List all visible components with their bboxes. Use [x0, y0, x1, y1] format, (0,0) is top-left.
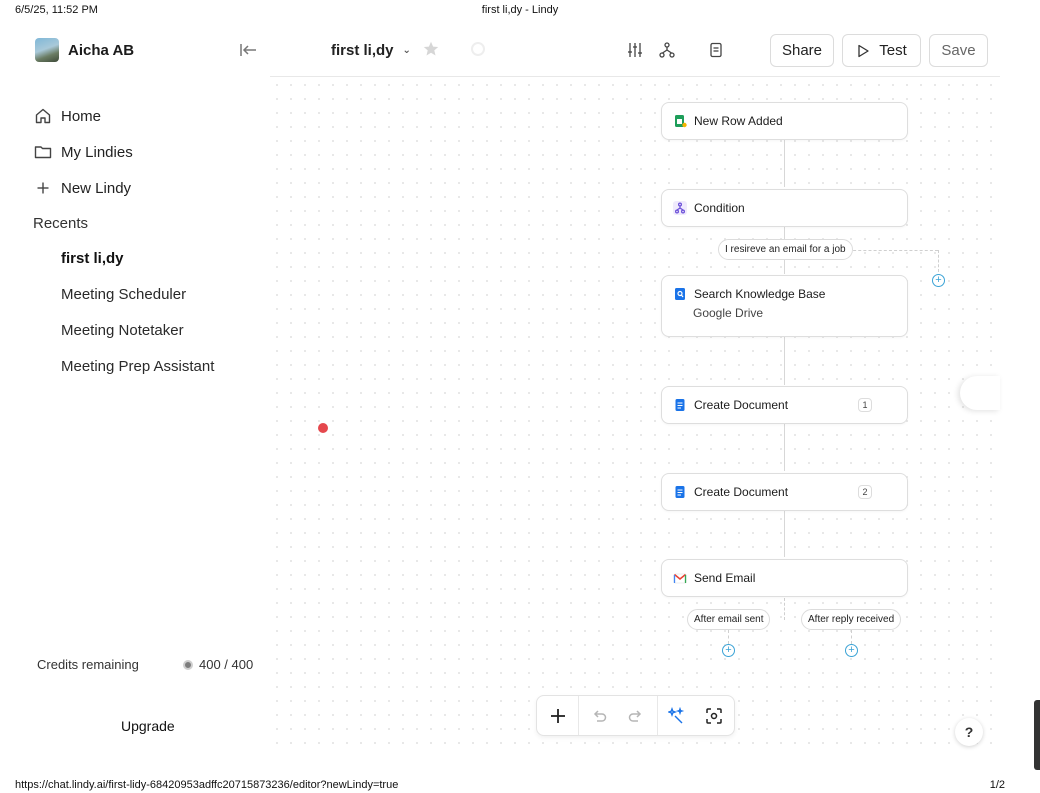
credits-label: Credits remaining [37, 657, 139, 672]
play-icon [856, 44, 870, 58]
node-badge: 2 [858, 485, 872, 499]
sidebar-item-home[interactable]: Home [33, 98, 263, 134]
settings-sliders-icon[interactable] [626, 41, 644, 59]
sidebar-item-label: Home [61, 107, 102, 125]
node-label: Create Document [694, 485, 789, 499]
avatar [35, 38, 59, 62]
else-branch-line [848, 250, 938, 251]
email-branch-line [728, 630, 729, 644]
recents-list: first li,dy Meeting Scheduler Meeting No… [61, 241, 214, 385]
flow-node-create-document-1[interactable]: Create Document 1 [661, 386, 908, 424]
connector-line [784, 139, 785, 187]
sidebar-item-label: New Lindy [61, 179, 132, 197]
home-icon [33, 106, 53, 126]
google-sheets-icon [673, 114, 687, 128]
document-icon[interactable] [707, 41, 725, 59]
flow-structure-icon[interactable] [658, 41, 676, 59]
print-page-number: 1/2 [989, 779, 1005, 791]
editor-topbar: first li,dy ⌄ Share Test Save [270, 28, 1000, 77]
chevron-down-icon: ⌄ [402, 45, 411, 56]
fit-view-icon[interactable] [695, 696, 733, 735]
flow-title: first li,dy [331, 42, 394, 59]
google-docs-icon [673, 398, 687, 412]
print-header: 6/5/25, 11:52 PM first li,dy - Lindy [15, 4, 1025, 18]
scrollbar[interactable] [1034, 700, 1040, 770]
upgrade-button[interactable]: Upgrade [121, 718, 175, 734]
side-panel-handle[interactable] [960, 376, 1000, 410]
else-branch-line [938, 250, 939, 272]
recent-item-meeting-prep-assistant[interactable]: Meeting Prep Assistant [61, 349, 214, 385]
print-url: https://chat.lindy.ai/first-lidy-6842095… [15, 779, 399, 791]
google-docs-icon [673, 485, 687, 499]
sidebar-item-my-lindies[interactable]: My Lindies [33, 134, 263, 170]
canvas-toolbar [536, 695, 735, 736]
print-title: first li,dy - Lindy [481, 4, 559, 16]
sidebar-item-label: My Lindies [61, 143, 133, 161]
flow-title-dropdown[interactable]: first li,dy ⌄ [331, 42, 411, 59]
gmail-icon [673, 571, 687, 585]
email-branch-line [784, 598, 785, 620]
collapse-sidebar-icon[interactable] [238, 40, 258, 60]
toolbar-divider [578, 696, 579, 735]
recents-heading: Recents [33, 215, 89, 232]
add-step-plus-icon[interactable]: + [722, 644, 735, 657]
user-menu[interactable]: Aicha AB [35, 38, 134, 62]
node-label: Create Document [694, 398, 789, 412]
flow-node-search-knowledge-base[interactable]: Search Knowledge Base Google Drive [661, 275, 908, 337]
node-label: New Row Added [694, 114, 783, 128]
flow-node-condition[interactable]: Condition [661, 189, 908, 227]
share-button[interactable]: Share [770, 34, 834, 67]
condition-branch-pill[interactable]: I resireve an email for a job [718, 239, 853, 260]
credits-value-wrap: 400 / 400 [183, 657, 253, 672]
redo-icon[interactable] [617, 696, 655, 735]
connector-line [784, 423, 785, 471]
test-label: Test [879, 42, 907, 59]
add-node-plus-icon[interactable] [539, 696, 577, 735]
test-button[interactable]: Test [842, 34, 921, 67]
branch-after-email-sent[interactable]: After email sent [687, 609, 771, 630]
recent-item-meeting-notetaker[interactable]: Meeting Notetaker [61, 313, 214, 349]
recent-item-meeting-scheduler[interactable]: Meeting Scheduler [61, 277, 214, 313]
recent-item-first-lidy[interactable]: first li,dy [61, 241, 214, 277]
undo-icon[interactable] [580, 696, 618, 735]
star-icon[interactable] [422, 40, 440, 58]
sidebar-nav: Home My Lindies New Lindy [33, 98, 263, 206]
sidebar: Aicha AB Home My Lindies New Lindy Recen… [0, 28, 270, 748]
flow-node-send-email[interactable]: Send Email [661, 559, 908, 597]
loading-spinner [471, 42, 485, 56]
add-step-plus-icon[interactable]: + [932, 274, 945, 287]
flow-node-create-document-2[interactable]: Create Document 2 [661, 473, 908, 511]
credits-value: 400 / 400 [199, 657, 254, 672]
flow-node-new-row-added[interactable]: New Row Added [661, 102, 908, 140]
save-button[interactable]: Save [929, 34, 988, 67]
connector-line [784, 337, 785, 385]
node-sublabel: Google Drive [693, 306, 764, 320]
branch-after-reply-received[interactable]: After reply received [801, 609, 902, 630]
connector-line [784, 509, 785, 557]
node-badge: 1 [858, 398, 872, 412]
knowledge-base-icon [673, 287, 687, 301]
help-button[interactable]: ? [955, 718, 983, 746]
credits-remaining: Credits remaining 400 / 400 [37, 657, 257, 672]
condition-icon [673, 201, 687, 215]
plus-icon [33, 178, 53, 198]
ai-tidy-icon[interactable] [658, 696, 696, 735]
recording-indicator [318, 423, 328, 433]
user-name: Aicha AB [68, 41, 135, 59]
node-label: Send Email [694, 571, 756, 585]
email-branch-line [851, 630, 852, 644]
credits-coin-icon [183, 659, 193, 670]
node-label: Search Knowledge Base [694, 287, 826, 301]
sidebar-item-new-lindy[interactable]: New Lindy [33, 170, 263, 206]
add-step-plus-icon[interactable]: + [845, 644, 858, 657]
folder-icon [33, 142, 53, 162]
node-label: Condition [694, 201, 745, 215]
